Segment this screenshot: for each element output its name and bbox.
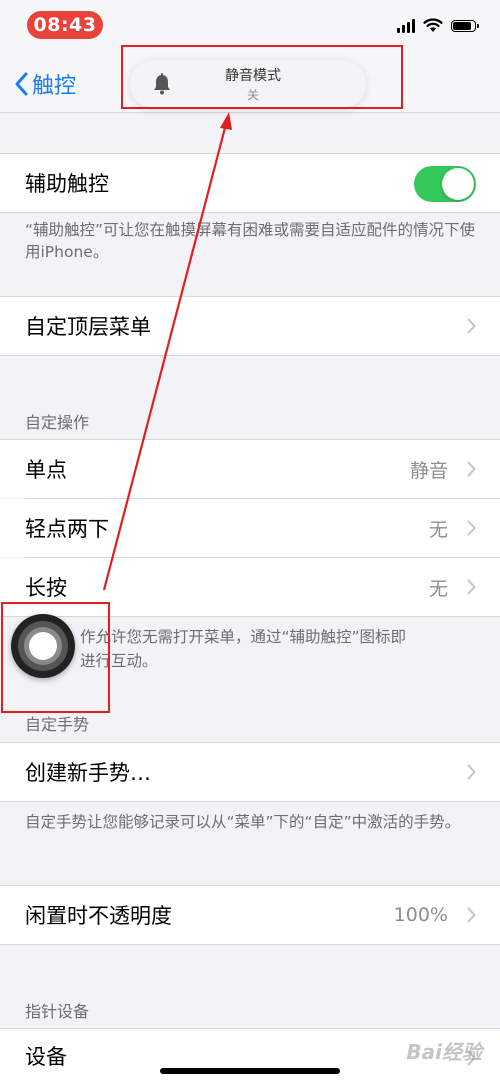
action-label: 单点 — [25, 458, 67, 482]
chevron-right-icon — [467, 461, 476, 477]
action-value: 静音 — [409, 459, 448, 482]
back-label: 触控 — [32, 74, 77, 99]
chevron-right-icon — [467, 520, 476, 536]
assistive-touch-row: 辅助触控 — [0, 154, 500, 212]
annotation-box-hud — [121, 45, 403, 109]
custom-actions-header: 自定操作 — [25, 413, 90, 432]
signal-icon — [397, 18, 415, 33]
chevron-right-icon — [467, 579, 476, 595]
devices-label: 设备 — [25, 1045, 67, 1069]
wifi-icon — [423, 18, 443, 32]
battery-icon — [451, 19, 479, 32]
separator — [0, 944, 500, 945]
custom-gestures-header: 自定手势 — [25, 715, 90, 734]
action-label: 长按 — [25, 576, 67, 600]
toggle-knob — [442, 168, 474, 200]
action-value: 无 — [428, 577, 448, 600]
assistive-touch-footer: “辅助触控”可让您在触摸屏幕有困难或需要自适应配件的情况下使用iPhone。 — [25, 221, 476, 261]
watermark: Bai经验 — [406, 1040, 482, 1064]
custom-actions-footer-line1: 作允许您无需打开菜单，通过“辅助触控”图标即 — [80, 628, 407, 646]
idle-opacity-label: 闲置时不透明度 — [25, 904, 172, 928]
separator — [0, 212, 500, 213]
top-menu-label: 自定顶层菜单 — [25, 315, 151, 339]
create-gesture-row[interactable]: 创建新手势… — [0, 743, 500, 801]
home-indicator — [160, 1068, 340, 1074]
action-label: 轻点两下 — [25, 517, 109, 541]
separator — [0, 355, 500, 356]
action-row-double-tap[interactable]: 轻点两下 无 — [0, 499, 500, 557]
idle-opacity-row[interactable]: 闲置时不透明度 100% — [0, 886, 500, 944]
top-menu-row[interactable]: 自定顶层菜单 — [0, 297, 500, 355]
action-value: 无 — [428, 518, 448, 541]
status-time: 08:43 — [27, 11, 103, 39]
chevron-left-icon — [15, 72, 28, 96]
chevron-right-icon — [467, 318, 476, 334]
custom-actions-footer-line2: 进行互动。 — [80, 652, 158, 670]
chevron-right-icon — [467, 764, 476, 780]
action-row-single-tap[interactable]: 单点 静音 — [0, 440, 500, 498]
separator — [0, 801, 500, 802]
chevron-right-icon — [467, 907, 476, 923]
battery-level — [453, 21, 471, 30]
status-icons — [397, 18, 479, 33]
pointer-devices-header: 指针设备 — [25, 1002, 90, 1021]
idle-opacity-value: 100% — [393, 904, 448, 926]
assistive-touch-label: 辅助触控 — [25, 172, 109, 196]
create-gesture-label: 创建新手势… — [25, 761, 151, 785]
annotation-box-button — [1, 602, 110, 713]
assistive-touch-toggle[interactable] — [414, 166, 476, 202]
custom-gestures-footer: 自定手势让您能够记录可以从“菜单”下的“自定”中激活的手势。 — [25, 813, 461, 831]
back-button[interactable]: 触控 — [14, 68, 76, 100]
